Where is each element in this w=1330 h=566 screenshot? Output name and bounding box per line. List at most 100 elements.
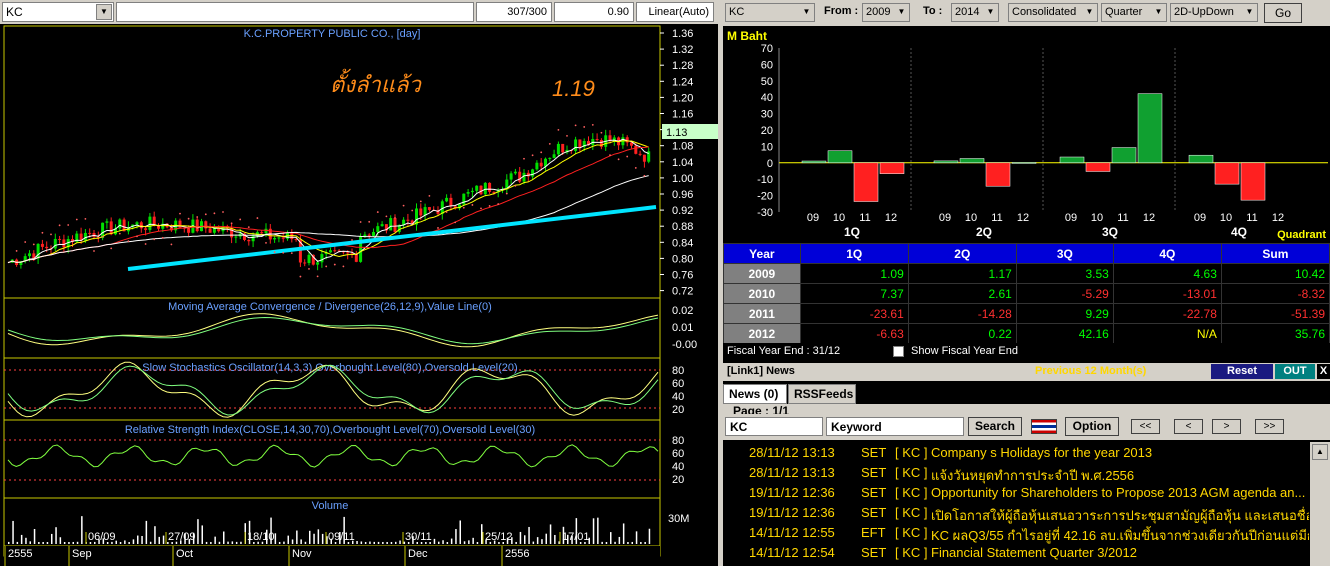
bar-group-label: 3Q — [1102, 225, 1118, 239]
table-header: 4Q — [1112, 243, 1222, 264]
sar-dot — [239, 218, 242, 221]
sar-dot — [256, 217, 259, 219]
table-header: Sum — [1220, 243, 1330, 264]
tab-news[interactable]: News (0) — [723, 384, 787, 404]
bar-chart-title: M Baht — [727, 29, 767, 43]
news-symbol-input[interactable]: KC — [725, 417, 823, 436]
chevron-down-icon[interactable]: ▼ — [895, 5, 908, 20]
bar-sub-label: 12 — [1143, 212, 1155, 224]
sar-dot — [230, 222, 233, 225]
search-button[interactable]: Search — [968, 417, 1022, 436]
bar-y-tick-label: -20 — [757, 191, 773, 203]
candle-body — [333, 250, 337, 252]
stoch-axis: 80604020 — [672, 365, 684, 416]
volume-bar — [631, 541, 633, 544]
fiscal-checkbox[interactable] — [893, 346, 904, 357]
sar-dot — [265, 241, 267, 244]
statement-select[interactable]: Consolidated ▼ — [1008, 3, 1098, 22]
volume-bar — [72, 541, 74, 544]
chevron-down-icon[interactable]: ▼ — [984, 5, 997, 20]
to-select[interactable]: 2014 ▼ — [951, 3, 999, 22]
bar-mark — [853, 162, 879, 202]
last-page-button[interactable]: >> — [1255, 419, 1284, 434]
candle-body — [354, 254, 358, 262]
sar-dot — [170, 243, 173, 246]
out-button[interactable]: OUT — [1275, 364, 1315, 379]
fund-symbol-select[interactable]: KC ▼ — [725, 3, 815, 22]
candle-body — [135, 222, 139, 225]
date-tick-label: 25/12 — [485, 531, 513, 543]
candle-body — [535, 162, 539, 170]
chart-info-box — [116, 2, 474, 22]
bar-y-tick-label: 70 — [761, 43, 773, 55]
volume-bar — [197, 519, 199, 544]
current-price: 1.13 — [666, 127, 687, 139]
candle-body — [531, 169, 535, 177]
chevron-down-icon[interactable]: ▼ — [1152, 5, 1165, 20]
language-flag-icon[interactable] — [1031, 419, 1057, 434]
volume-bar — [622, 523, 625, 544]
sar-dot — [359, 221, 362, 223]
macd-axis: 0.02 0.01 -0.00 — [672, 305, 697, 351]
candle-body — [406, 219, 410, 221]
volume-bar — [549, 524, 552, 544]
sar-dot — [325, 265, 328, 268]
candle-body — [599, 139, 603, 147]
news-src: EFT — [861, 525, 886, 540]
option-button[interactable]: Option — [1065, 417, 1119, 436]
candle-body — [346, 252, 350, 254]
bar-sub-label: 09 — [939, 212, 951, 224]
volume-bar — [476, 541, 479, 544]
candle-body — [642, 154, 646, 162]
first-page-button[interactable]: << — [1131, 419, 1160, 434]
bar-mark — [1214, 162, 1240, 185]
volume-bar — [377, 541, 380, 544]
table-header-row: Year 1Q 2Q 3Q 4Q Sum — [723, 243, 1330, 264]
date-axis: 06/09 27/09 18/10 09/11 30/11 25/12 17/01 — [85, 531, 590, 544]
candle-body — [260, 232, 264, 234]
volume-bar — [640, 541, 642, 544]
symbol-select[interactable]: KC ▼ — [2, 2, 114, 22]
prev-page-button[interactable]: < — [1174, 419, 1203, 434]
sar-dot — [110, 247, 113, 250]
volume-bar — [399, 540, 401, 544]
chevron-down-icon[interactable]: ▼ — [1243, 5, 1256, 20]
chevron-down-icon[interactable]: ▼ — [800, 5, 813, 20]
candle-body — [449, 197, 453, 207]
reset-button[interactable]: Reset — [1211, 364, 1273, 379]
close-icon[interactable]: X — [1317, 364, 1330, 379]
candle-body — [552, 154, 556, 158]
candle-body — [247, 239, 251, 242]
sar-dot — [609, 154, 611, 157]
volume-bar — [8, 541, 10, 544]
bar-y-tick-label: 20 — [761, 125, 773, 137]
volume-axis-label: 30M — [668, 513, 689, 525]
candle-body — [40, 243, 44, 247]
bar-y-tick-label: -10 — [757, 174, 773, 186]
chart-toolbar: KC ▼ 307/300 0.90 Linear(Auto) — [0, 0, 718, 24]
news-scrollbar[interactable]: ▲ — [1310, 442, 1330, 566]
stock-chart-canvas[interactable]: K.C.PROPERTY PUBLIC CO., [day] ตั้งลำแล้… — [0, 24, 718, 566]
go-button[interactable]: Go — [1264, 3, 1302, 23]
volume-bar — [141, 535, 143, 544]
volume-bar — [16, 541, 19, 544]
keyword-input[interactable]: Keyword — [826, 417, 964, 436]
bar-mark — [827, 150, 853, 164]
news-link-label: [Link1] News — [727, 365, 795, 377]
bar-mark — [1188, 154, 1214, 164]
rsi-line — [7, 444, 659, 468]
candle-body — [273, 237, 277, 240]
period-select[interactable]: Quarter ▼ — [1101, 3, 1167, 22]
from-select[interactable]: 2009 ▼ — [862, 3, 910, 22]
table-year-cell: 2012 — [723, 323, 801, 344]
scroll-up-icon[interactable]: ▲ — [1312, 444, 1328, 460]
long-term-ma — [127, 205, 657, 271]
scale-mode[interactable]: Linear(Auto) — [636, 2, 714, 22]
view-select[interactable]: 2D-UpDown ▼ — [1170, 3, 1258, 22]
next-page-button[interactable]: > — [1212, 419, 1241, 434]
chevron-down-icon[interactable]: ▼ — [1083, 5, 1096, 20]
tab-rss[interactable]: RSSFeeds — [788, 384, 856, 404]
volume-bar — [287, 535, 289, 544]
chevron-down-icon[interactable]: ▼ — [96, 4, 112, 20]
news-date: 14/11/12 12:55 — [749, 525, 835, 540]
